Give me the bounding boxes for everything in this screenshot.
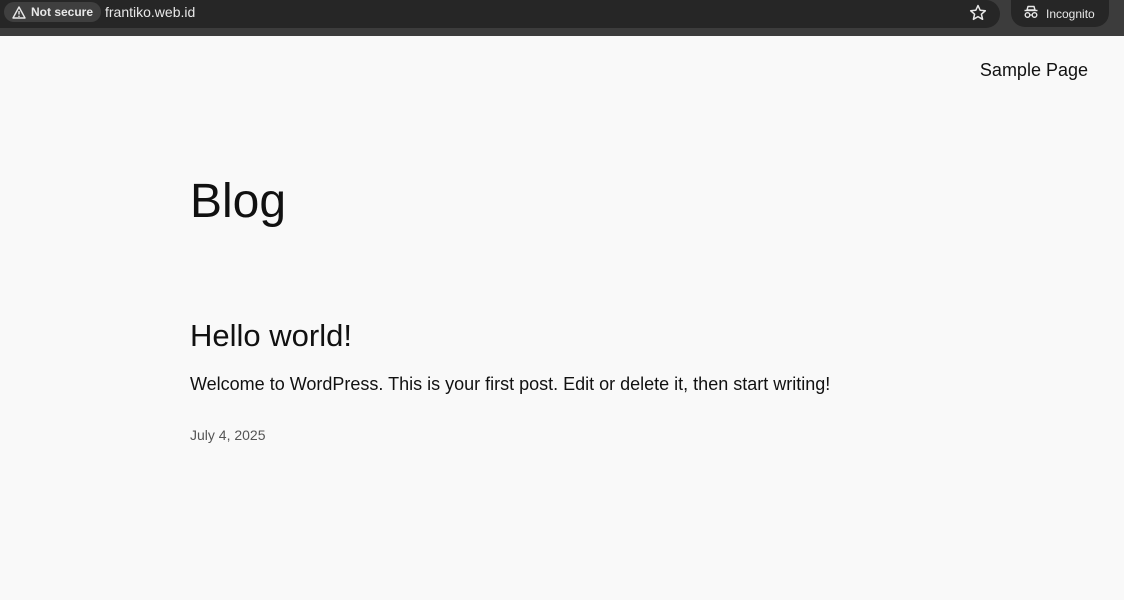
nav-link-sample-page[interactable]: Sample Page (980, 60, 1088, 81)
incognito-icon (1023, 5, 1039, 22)
incognito-label: Incognito (1046, 6, 1095, 21)
browser-toolbar: Not secure frantiko.web.id Incognito (0, 0, 1124, 36)
post-excerpt: Welcome to WordPress. This is your first… (190, 374, 831, 394)
security-label: Not secure (31, 5, 94, 19)
warning-triangle-icon (12, 5, 26, 19)
star-icon[interactable] (968, 3, 988, 23)
url-text[interactable]: frantiko.web.id (105, 4, 195, 20)
page-title: Blog (190, 175, 287, 228)
post-title-link[interactable]: Hello world! (190, 318, 352, 354)
post-date-link[interactable]: July 4, 2025 (190, 426, 266, 444)
web-page: Sample Page Blog Hello world! Welcome to… (0, 36, 1124, 600)
security-indicator-button[interactable]: Not secure (4, 2, 102, 22)
incognito-button[interactable]: Incognito (1011, 0, 1109, 27)
address-bar[interactable]: Not secure frantiko.web.id (0, 0, 1000, 28)
